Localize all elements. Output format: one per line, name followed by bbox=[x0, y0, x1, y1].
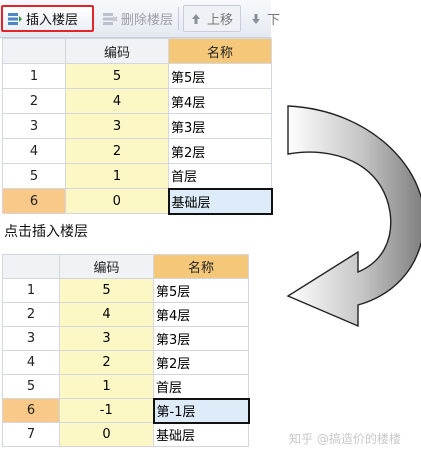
code-cell[interactable]: 3 bbox=[65, 113, 169, 139]
move-up-label: 上移 bbox=[207, 13, 234, 28]
row-index: 6 bbox=[2, 398, 60, 423]
move-down-button[interactable]: 下 bbox=[244, 5, 284, 32]
table-row[interactable]: 5 1 首层 bbox=[2, 163, 272, 189]
code-cell[interactable]: 1 bbox=[65, 163, 169, 189]
table-row[interactable]: 1 5 第5层 bbox=[2, 63, 272, 89]
arrow-up-icon bbox=[188, 11, 204, 27]
row-index: 3 bbox=[2, 113, 66, 139]
name-cell[interactable]: 第3层 bbox=[168, 113, 272, 139]
table-row[interactable]: 5 1 首层 bbox=[2, 374, 249, 399]
row-index: 5 bbox=[2, 374, 60, 399]
name-column-header: 名称 bbox=[153, 254, 249, 279]
insert-floor-button[interactable]: 插入楼层 bbox=[1, 5, 94, 32]
row-index: 3 bbox=[2, 326, 60, 351]
table-row[interactable]: 1 5 第5层 bbox=[2, 278, 249, 303]
insert-floor-icon bbox=[7, 11, 23, 27]
name-cell[interactable]: 第4层 bbox=[153, 302, 249, 327]
delete-floor-label: 删除楼层 bbox=[121, 13, 174, 28]
name-column-header: 名称 bbox=[168, 38, 272, 64]
code-column-header: 编码 bbox=[59, 254, 154, 279]
name-cell[interactable]: 第5层 bbox=[153, 278, 249, 303]
code-cell[interactable]: 2 bbox=[59, 350, 154, 375]
row-index: 1 bbox=[2, 63, 66, 89]
row-index: 2 bbox=[2, 88, 66, 114]
selected-name-cell[interactable]: 第-1层 bbox=[152, 397, 250, 424]
curved-arrow-icon bbox=[286, 105, 421, 328]
index-column-header bbox=[2, 254, 60, 279]
row-index: 4 bbox=[2, 350, 60, 375]
toolbar-separator bbox=[178, 7, 179, 30]
code-cell[interactable]: 5 bbox=[65, 63, 169, 89]
watermark: 知乎 @搞造价的楼楼 bbox=[289, 432, 401, 446]
move-up-button[interactable]: 上移 bbox=[183, 5, 241, 32]
toolbar: 插入楼层 删除楼层 上移 下 bbox=[0, 0, 280, 38]
code-cell[interactable]: 4 bbox=[65, 88, 169, 114]
delete-floor-icon bbox=[102, 11, 118, 27]
table-row[interactable]: 3 3 第3层 bbox=[2, 113, 272, 139]
selected-table-row[interactable]: 6 -1 第-1层 bbox=[2, 397, 250, 424]
instruction-caption: 点击插入楼层 bbox=[4, 224, 88, 240]
code-cell[interactable]: -1 bbox=[59, 398, 154, 423]
row-index: 6 bbox=[2, 188, 66, 214]
name-cell[interactable]: 第3层 bbox=[153, 326, 249, 351]
name-cell[interactable]: 第2层 bbox=[168, 138, 272, 164]
selected-name-cell[interactable]: 基础层 bbox=[167, 187, 273, 215]
code-cell[interactable]: 4 bbox=[59, 302, 154, 327]
delete-floor-button[interactable]: 删除楼层 bbox=[98, 5, 174, 32]
row-index: 4 bbox=[2, 138, 66, 164]
floor-table-before: 编码 名称 1 5 第5层 2 4 第4层 3 3 第3层 4 2 第2层 5 … bbox=[2, 38, 273, 215]
code-cell[interactable]: 1 bbox=[59, 374, 154, 399]
selected-table-row[interactable]: 6 0 基础层 bbox=[2, 187, 273, 215]
table-header-row: 编码 名称 bbox=[2, 38, 272, 64]
table-header-row: 编码 名称 bbox=[2, 254, 249, 279]
name-cell[interactable]: 第2层 bbox=[153, 350, 249, 375]
floor-table-after: 编码 名称 1 5 第5层 2 4 第4层 3 3 第3层 4 2 第2层 5 … bbox=[2, 254, 250, 447]
move-down-label: 下 bbox=[267, 13, 281, 28]
code-cell[interactable]: 5 bbox=[59, 278, 154, 303]
code-column-header: 编码 bbox=[65, 38, 169, 64]
insert-floor-label: 插入楼层 bbox=[26, 13, 79, 28]
code-cell[interactable]: 0 bbox=[59, 422, 154, 447]
code-cell[interactable]: 3 bbox=[59, 326, 154, 351]
arrow-down-icon bbox=[248, 11, 264, 27]
row-index: 7 bbox=[2, 422, 60, 447]
row-index: 2 bbox=[2, 302, 60, 327]
code-cell[interactable]: 0 bbox=[65, 188, 169, 214]
name-cell[interactable]: 第5层 bbox=[168, 63, 272, 89]
table-row[interactable]: 7 0 基础层 bbox=[2, 422, 249, 447]
row-index: 5 bbox=[2, 163, 66, 189]
table-row[interactable]: 2 4 第4层 bbox=[2, 88, 272, 114]
name-cell[interactable]: 首层 bbox=[153, 374, 249, 399]
table-row[interactable]: 4 2 第2层 bbox=[2, 138, 272, 164]
row-index: 1 bbox=[2, 278, 60, 303]
code-cell[interactable]: 2 bbox=[65, 138, 169, 164]
name-cell[interactable]: 第4层 bbox=[168, 88, 272, 114]
name-cell[interactable]: 基础层 bbox=[153, 422, 249, 447]
table-row[interactable]: 3 3 第3层 bbox=[2, 326, 249, 351]
table-row[interactable]: 2 4 第4层 bbox=[2, 302, 249, 327]
table-row[interactable]: 4 2 第2层 bbox=[2, 350, 249, 375]
index-column-header bbox=[2, 38, 66, 64]
name-cell[interactable]: 首层 bbox=[168, 163, 272, 189]
